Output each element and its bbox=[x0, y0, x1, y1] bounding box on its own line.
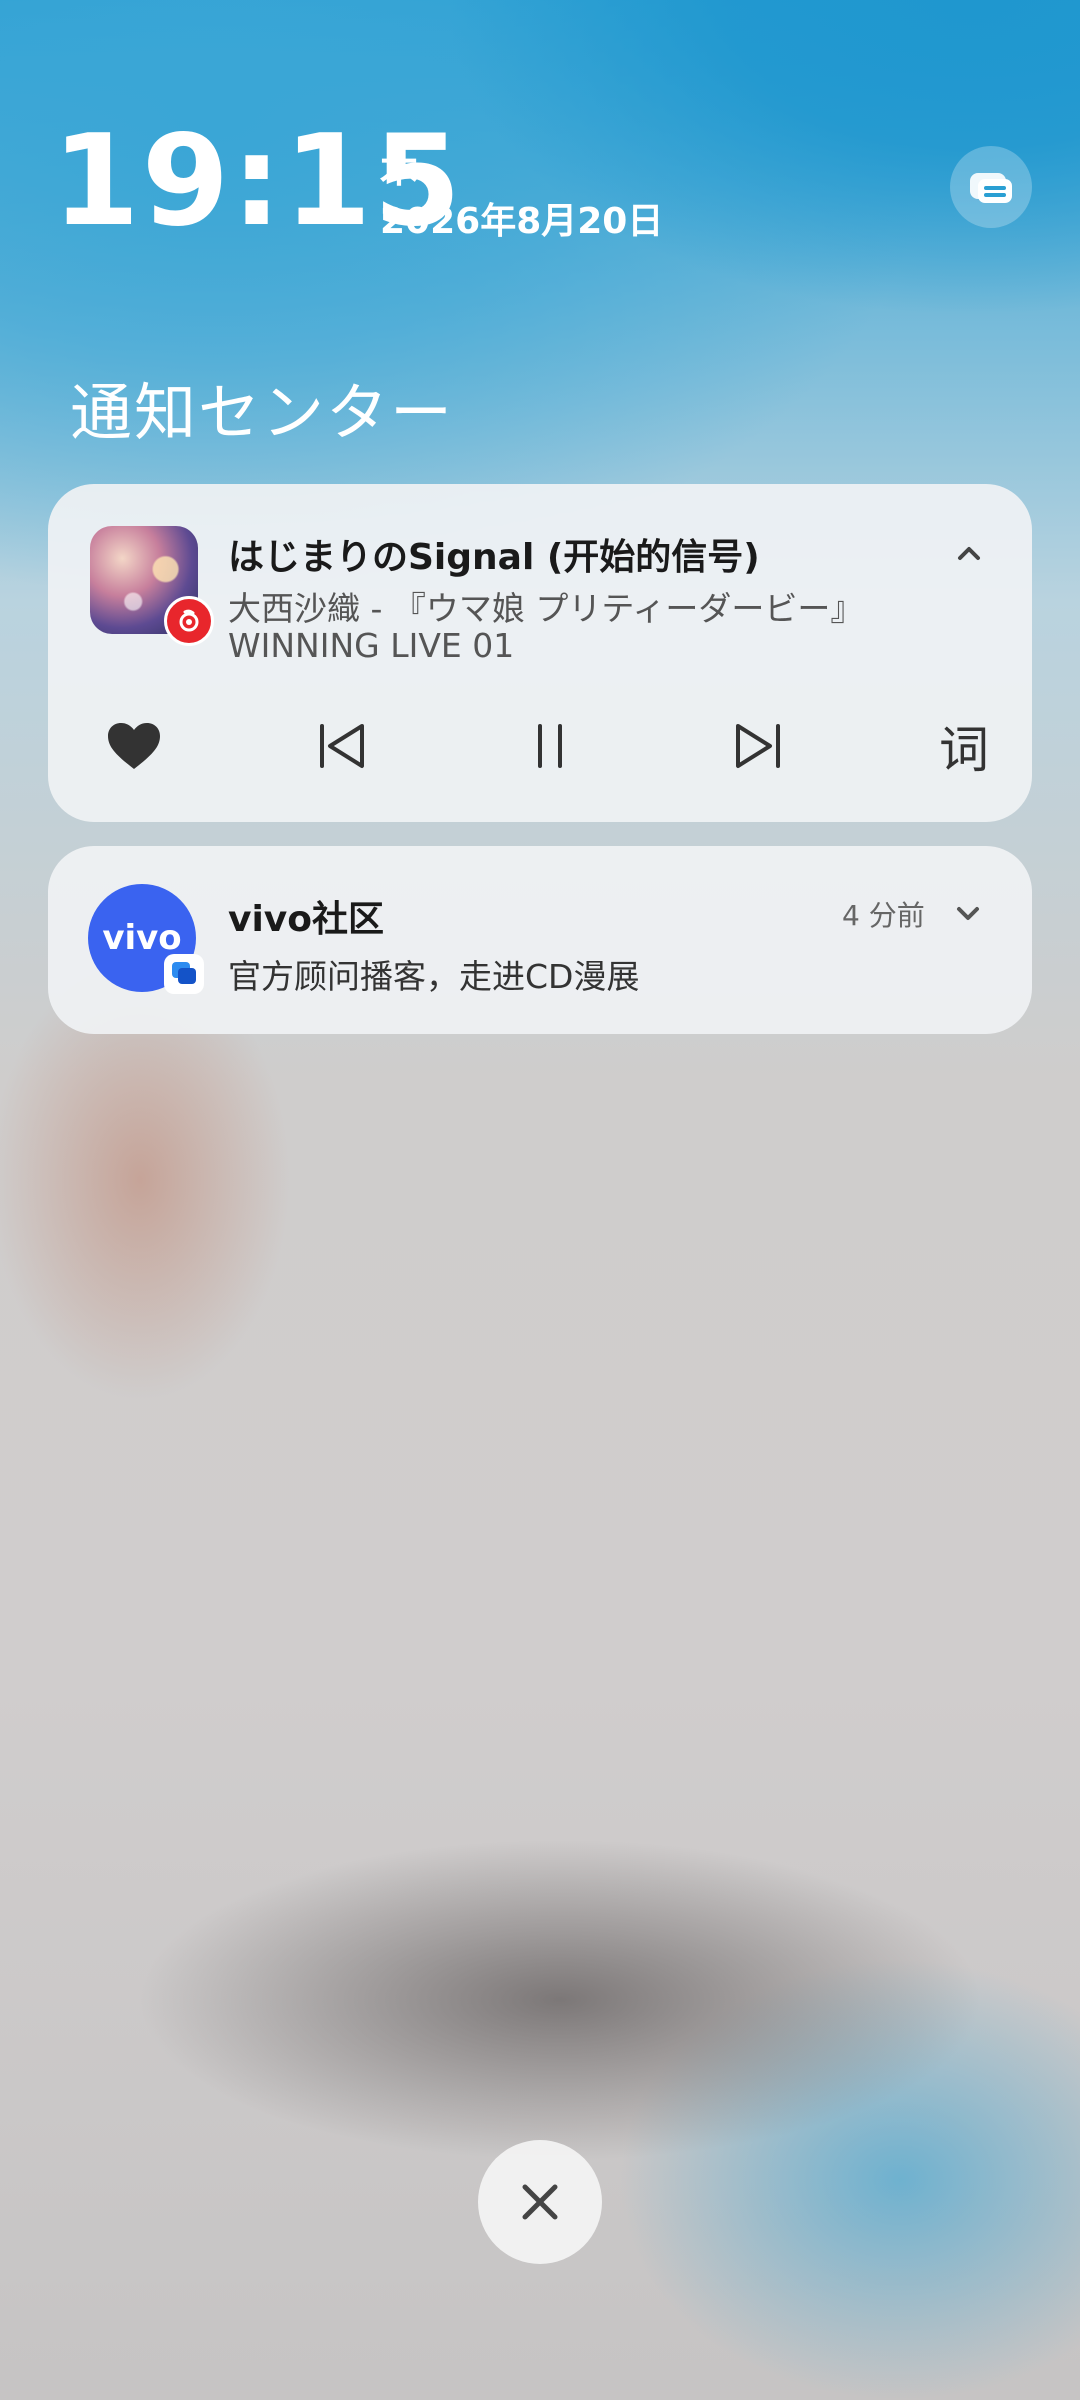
collapse-button[interactable] bbox=[944, 528, 994, 578]
chevron-down-icon bbox=[957, 907, 979, 920]
next-track-button[interactable] bbox=[718, 706, 798, 786]
clock-date: 2026年8月20日 bbox=[380, 201, 664, 242]
netease-music-icon bbox=[164, 596, 214, 646]
wallpaper bbox=[0, 0, 1080, 2400]
vivo-logo-text: vivo bbox=[102, 918, 182, 958]
pause-button[interactable] bbox=[510, 706, 590, 786]
notification-center-title: 通知センター bbox=[70, 376, 455, 449]
playback-controls: 词 bbox=[48, 706, 1032, 786]
clock-weekday: 木 bbox=[380, 147, 419, 191]
chevron-up-icon bbox=[958, 547, 980, 560]
heart-icon bbox=[108, 723, 160, 769]
notification-time: 4 分前 bbox=[842, 899, 925, 932]
close-icon bbox=[522, 2184, 558, 2220]
like-button[interactable] bbox=[94, 706, 174, 786]
skip-previous-icon bbox=[320, 724, 364, 768]
song-album: WINNING LIVE 01 bbox=[228, 626, 515, 665]
notification-message: 官方顾问播客，走进CD漫展 bbox=[228, 957, 640, 996]
lyrics-button[interactable]: 词 bbox=[924, 706, 1004, 786]
clear-all-button[interactable] bbox=[478, 2140, 602, 2264]
pause-icon bbox=[538, 724, 562, 768]
previous-track-button[interactable] bbox=[302, 706, 382, 786]
expand-button[interactable] bbox=[946, 892, 990, 936]
notification-manage-button[interactable] bbox=[950, 146, 1032, 228]
community-badge-icon bbox=[164, 954, 204, 994]
notification-stack-icon bbox=[970, 173, 1012, 203]
song-artist: 大西沙織 - 『ウマ娘 プリティーダービー』 bbox=[228, 589, 864, 628]
lyrics-label: 词 bbox=[939, 721, 989, 779]
skip-next-icon bbox=[736, 724, 780, 768]
song-title: はじまりのSignal (开始的信号) bbox=[228, 537, 760, 578]
notification-app-name: vivo社区 bbox=[228, 899, 385, 940]
music-player-card[interactable]: はじまりのSignal (开始的信号) 大西沙織 - 『ウマ娘 プリティーダービ… bbox=[48, 484, 1032, 822]
vivo-community-notification[interactable]: vivo vivo社区 4 分前 官方顾问播客，走进CD漫展 bbox=[48, 846, 1032, 1034]
